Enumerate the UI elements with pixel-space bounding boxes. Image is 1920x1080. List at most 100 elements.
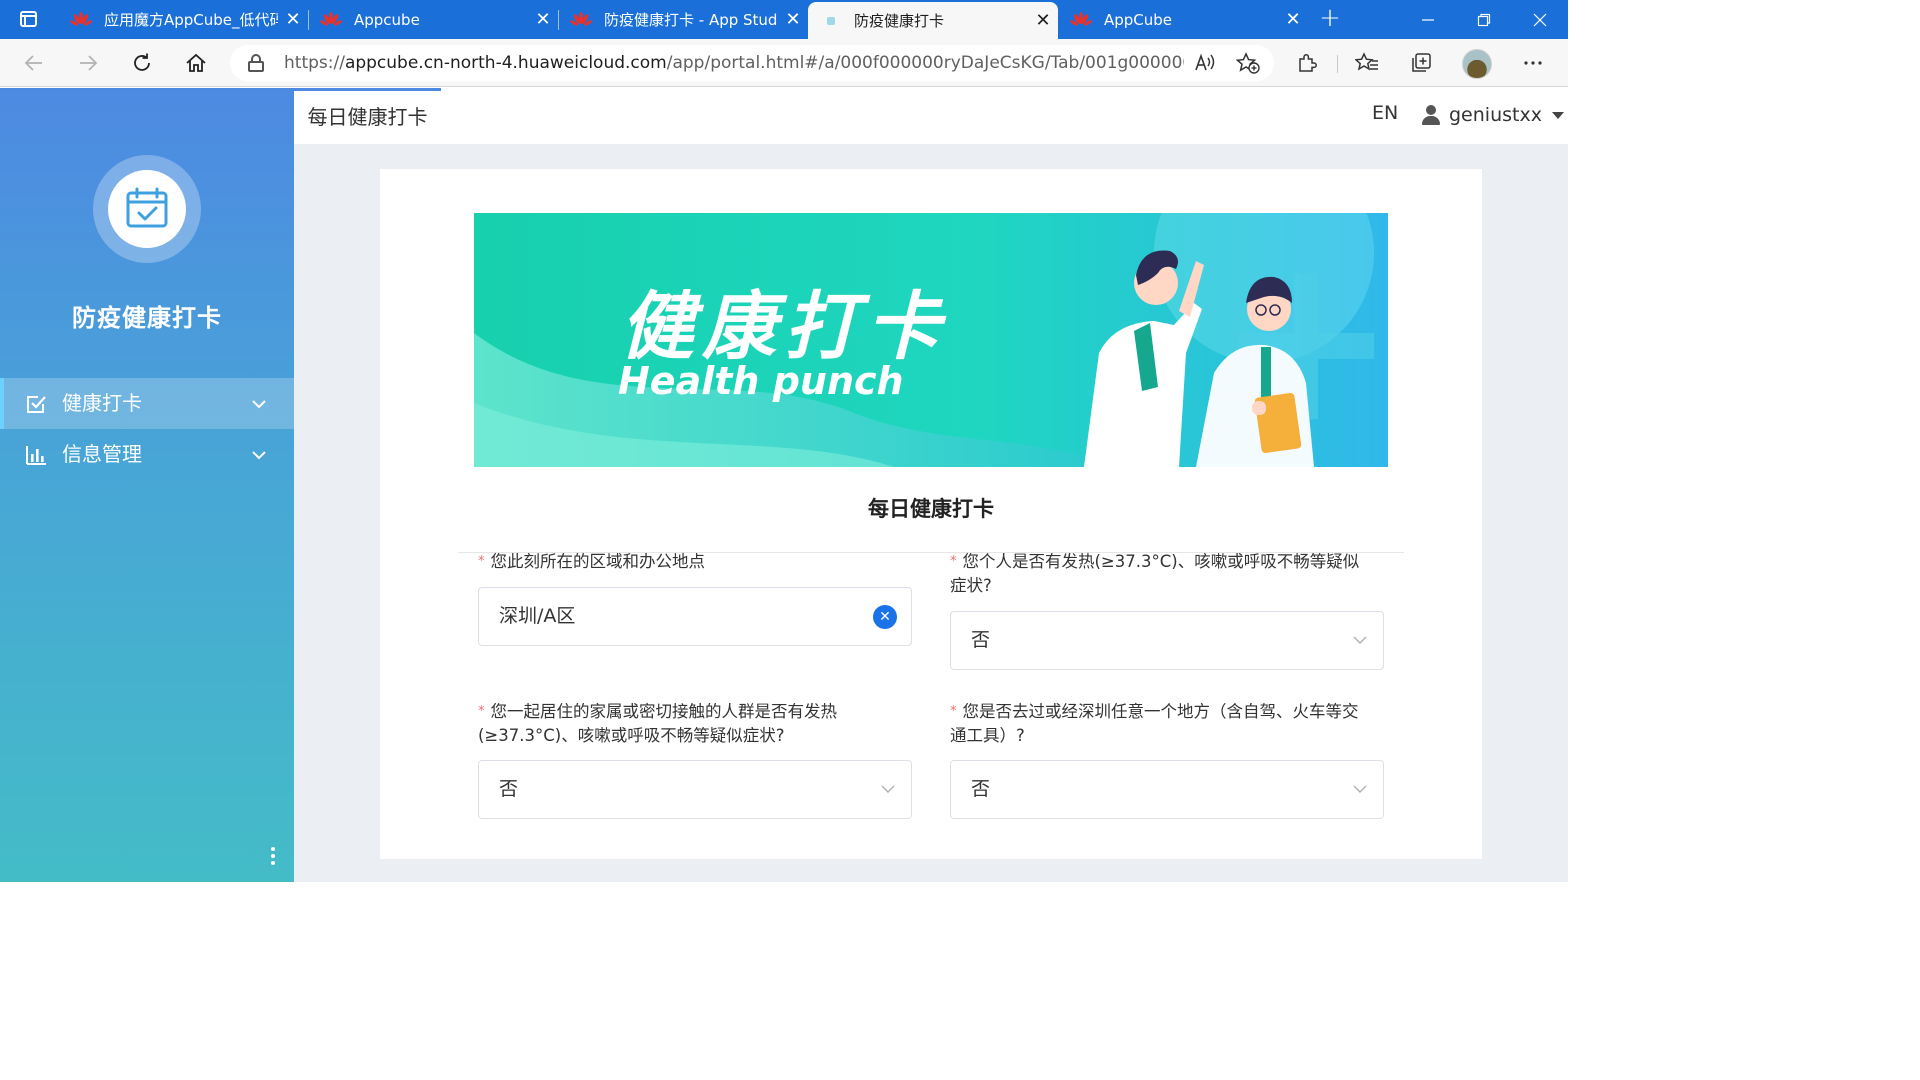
bar-chart-icon — [26, 446, 46, 465]
required-asterisk: * — [950, 704, 957, 719]
url-path: /app/portal.html#/a/000f000000ryDaJeCsKG… — [666, 53, 1184, 73]
forward-button[interactable] — [71, 47, 105, 79]
more-vertical-icon[interactable] — [262, 844, 284, 868]
tab-actions-button[interactable] — [10, 8, 48, 32]
favorites-button[interactable] — [1350, 47, 1384, 79]
huawei-logo-icon — [570, 11, 592, 26]
add-favorite-button[interactable] — [1231, 47, 1265, 79]
read-aloud-button[interactable] — [1188, 47, 1222, 79]
tab-close-icon[interactable]: ✕ — [1028, 10, 1058, 31]
browser-tab-app-studio[interactable]: 防疫健康打卡 - App Studi ✕ — [558, 0, 808, 39]
chevron-down-icon — [881, 785, 895, 793]
field-label-text: 您一起居住的家属或密切接触的人群是否有发热 — [490, 702, 838, 721]
username: geniustxx — [1449, 104, 1542, 126]
form-card: 健康打卡 Health punch 每日健康打卡 * 您此刻所在的区域和办公地点 … — [380, 169, 1482, 859]
more-horizontal-icon — [1524, 61, 1542, 65]
shenzhen-travel-select[interactable]: 否 — [950, 760, 1384, 819]
language-switch[interactable]: EN — [1372, 102, 1398, 124]
chevron-down-icon — [1353, 785, 1367, 793]
back-arrow-icon — [24, 55, 42, 71]
fever-select[interactable]: 否 — [950, 611, 1384, 670]
home-icon — [186, 53, 206, 72]
field-label-text: 您此刻所在的区域和办公地点 — [490, 552, 706, 571]
screen: 应用魔方AppCube_低代码 ✕ Appcube ✕ 防疫健康打卡 - App… — [0, 0, 1568, 882]
home-button[interactable] — [179, 47, 213, 79]
minimize-button[interactable] — [1400, 0, 1456, 39]
browser-tab-appcube[interactable]: Appcube ✕ — [308, 0, 558, 39]
app-name: 防疫健康打卡 — [72, 304, 222, 332]
tab-close-icon[interactable]: ✕ — [778, 9, 808, 30]
shenzhen-travel-value: 否 — [971, 778, 991, 800]
field-label-fever: * 您个人是否有发热(≥37.3°C)、咳嗽或呼吸不畅等疑似 症状? — [950, 550, 1390, 598]
huawei-logo-icon — [70, 11, 92, 26]
settings-menu-button[interactable] — [1516, 47, 1550, 79]
tab-title: 应用魔方AppCube_低代码 — [104, 11, 278, 29]
url-scheme: https:// — [284, 53, 345, 73]
required-asterisk: * — [478, 704, 485, 719]
caret-down-icon — [1551, 111, 1564, 119]
lock-icon[interactable] — [248, 54, 264, 72]
collections-button[interactable] — [1404, 47, 1438, 79]
tab-actions-icon — [20, 11, 37, 27]
app-topbar: 每日健康打卡 EN geniustxx — [294, 88, 1568, 144]
app-favicon-icon — [827, 16, 835, 25]
toolbar-separator — [1337, 55, 1338, 73]
read-aloud-icon — [1195, 53, 1215, 71]
user-menu[interactable]: geniustxx — [1422, 102, 1564, 128]
close-icon — [1533, 13, 1547, 26]
location-value: 深圳/A区 — [499, 605, 576, 627]
form-title: 每日健康打卡 — [868, 497, 994, 521]
banner-title-cn: 健康打卡 — [620, 284, 948, 370]
profile-avatar[interactable] — [1462, 49, 1492, 79]
location-input[interactable]: 深圳/A区 ✕ — [478, 587, 912, 646]
field-label-text: 您个人是否有发热(≥37.3°C)、咳嗽或呼吸不畅等疑似 — [962, 552, 1360, 571]
refresh-button[interactable] — [125, 47, 159, 79]
address-bar[interactable]: https://appcube.cn-north-4.huaweicloud.c… — [230, 45, 1274, 81]
close-window-button[interactable] — [1512, 0, 1568, 39]
browser-tab-strip: 应用魔方AppCube_低代码 ✕ Appcube ✕ 防疫健康打卡 - App… — [0, 0, 1568, 39]
sidebar-item-label: 信息管理 — [62, 442, 142, 466]
new-tab-button[interactable]: + — [1314, 4, 1346, 34]
family-fever-select[interactable]: 否 — [478, 760, 912, 819]
chevron-down-icon — [1353, 636, 1367, 644]
tab-title: 防疫健康打卡 - App Studi — [604, 11, 778, 29]
family-fever-value: 否 — [499, 778, 519, 800]
browser-tab-appcube-lowcode[interactable]: 应用魔方AppCube_低代码 ✕ — [58, 0, 308, 39]
collections-icon — [1412, 53, 1431, 72]
tab-close-icon[interactable]: ✕ — [528, 9, 558, 30]
field-label-text-cont: 通工具）? — [950, 726, 1025, 745]
huawei-logo-icon — [320, 11, 342, 26]
chevron-down-icon — [252, 451, 266, 460]
field-label-text: 您是否去过或经深圳任意一个地方（含自驾、火车等交 — [962, 702, 1359, 721]
sidebar-item-info-management[interactable]: 信息管理 — [0, 429, 294, 480]
field-label-text-cont: 症状? — [950, 576, 992, 595]
tab-title: 防疫健康打卡 — [854, 12, 945, 30]
extensions-button[interactable] — [1290, 47, 1324, 79]
clear-icon[interactable]: ✕ — [873, 605, 897, 629]
app-body: 防疫健康打卡 健康打卡 信息管理 每日健康打卡 EN geniustxx 健康打… — [0, 88, 1568, 882]
refresh-icon — [134, 53, 150, 71]
browser-tab-appcube-2[interactable]: AppCube ✕ — [1058, 0, 1308, 39]
fever-value: 否 — [971, 629, 991, 651]
sidebar-item-health-checkin[interactable]: 健康打卡 — [0, 378, 294, 429]
tab-close-icon[interactable]: ✕ — [278, 9, 308, 30]
app-logo — [108, 170, 186, 248]
page-tab-daily-checkin[interactable]: 每日健康打卡 — [294, 88, 441, 144]
banner-title-en: Health punch — [618, 359, 904, 403]
puzzle-icon — [1299, 54, 1317, 72]
field-label-shenzhen-travel: * 您是否去过或经深圳任意一个地方（含自驾、火车等交 通工具）? — [950, 700, 1390, 748]
minimize-icon — [1422, 18, 1434, 21]
browser-toolbar: https://appcube.cn-north-4.huaweicloud.c… — [0, 39, 1568, 87]
required-asterisk: * — [950, 554, 957, 569]
field-label-text-cont: (≥37.3°C)、咳嗽或呼吸不畅等疑似症状? — [478, 726, 785, 745]
field-label-family-fever: * 您一起居住的家属或密切接触的人群是否有发热 (≥37.3°C)、咳嗽或呼吸不畅… — [478, 700, 918, 748]
restore-icon — [1477, 13, 1491, 26]
url-text[interactable]: https://appcube.cn-north-4.huaweicloud.c… — [284, 45, 1184, 81]
sidebar: 防疫健康打卡 健康打卡 信息管理 — [0, 88, 294, 882]
tab-close-icon[interactable]: ✕ — [1278, 9, 1308, 30]
restore-button[interactable] — [1456, 0, 1512, 39]
browser-tab-health-checkin[interactable]: 防疫健康打卡 ✕ — [808, 2, 1058, 39]
back-button[interactable] — [17, 47, 51, 79]
sidebar-item-label: 健康打卡 — [62, 391, 142, 415]
chevron-down-icon — [252, 400, 266, 409]
